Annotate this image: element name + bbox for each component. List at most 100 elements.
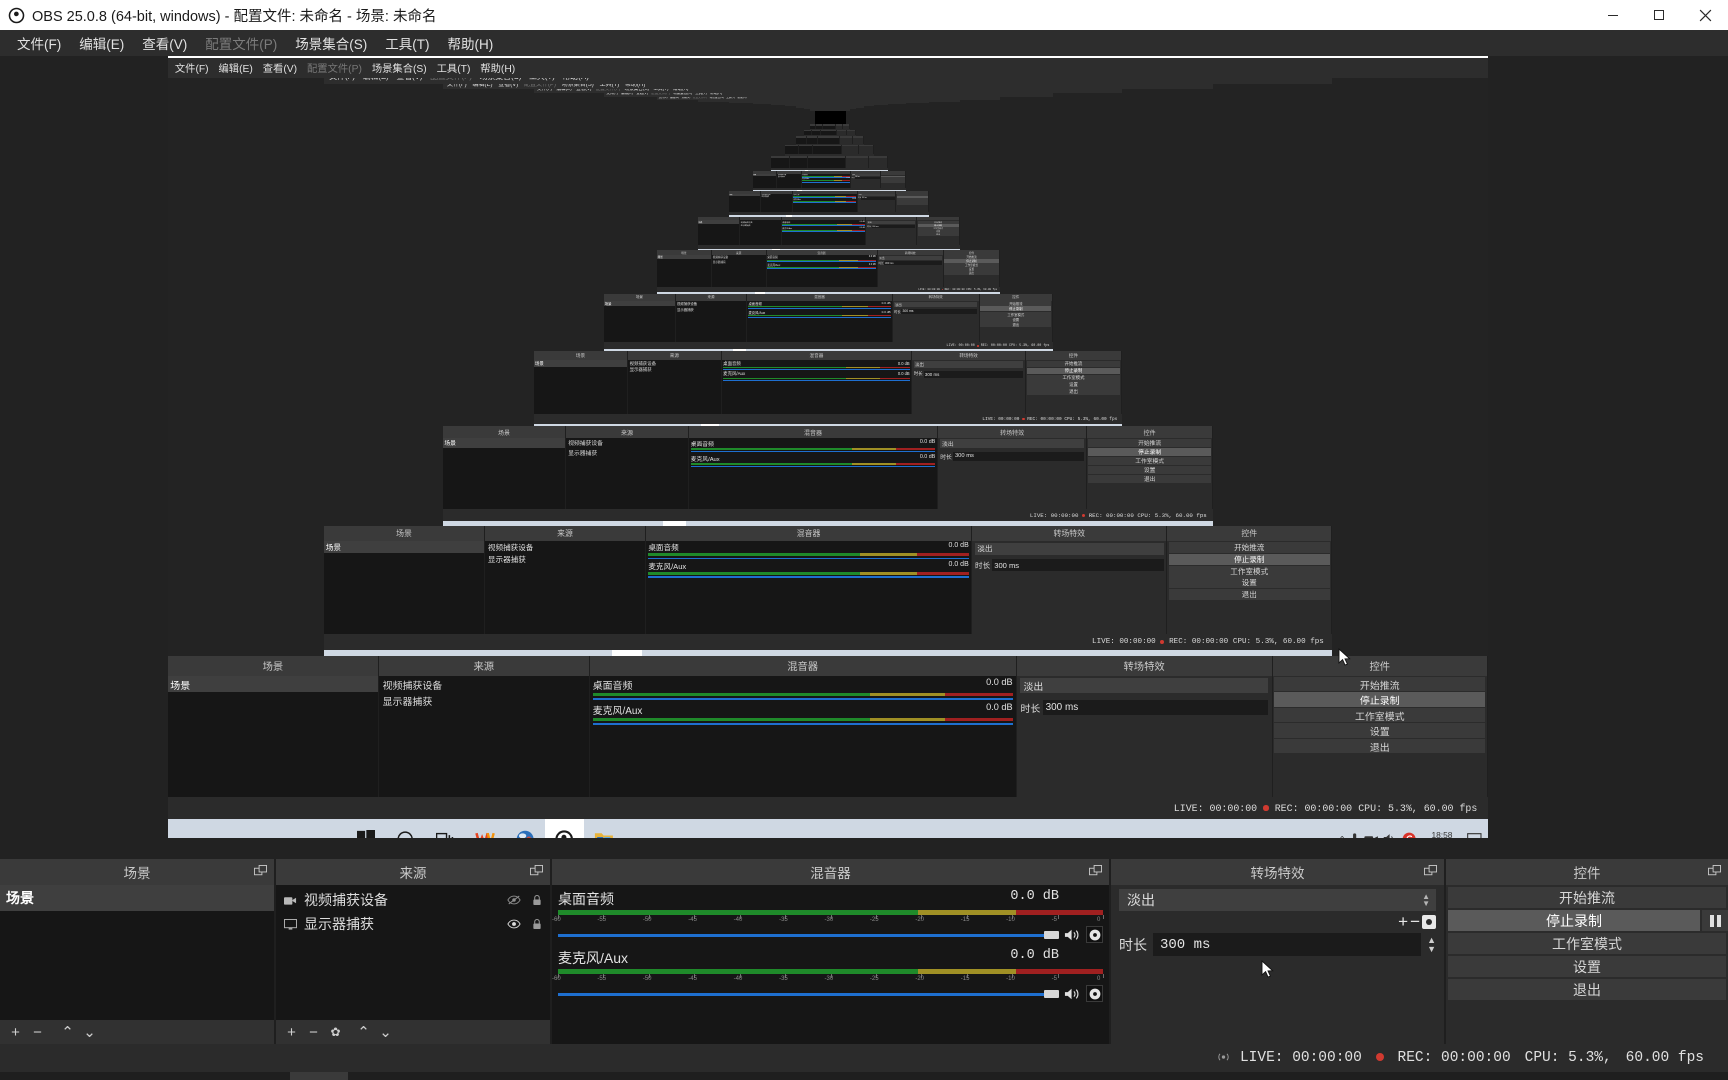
menu-view[interactable]: 查看(V) [133, 30, 196, 56]
volume-fader-row[interactable] [558, 926, 1103, 943]
obs-logo-icon [8, 7, 25, 23]
preview-area[interactable]: OBS 25.0.8 (64-bit, windows) - 配置文件: 未命名… [0, 56, 1728, 859]
mixer-track-db: 0.0 dB [1010, 889, 1059, 904]
undock-icon[interactable] [1424, 865, 1437, 878]
window-title: OBS 25.0.8 (64-bit, windows) - 配置文件: 未命名… [32, 8, 437, 25]
move-source-up-button[interactable]: ⌃ [354, 1025, 373, 1040]
scenes-title: 场景 [123, 866, 151, 881]
add-scene-button[interactable]: + [6, 1025, 25, 1040]
preview-canvas[interactable]: OBS 25.0.8 (64-bit, windows) - 配置文件: 未命名… [168, 56, 1488, 838]
lock-icon[interactable] [532, 894, 542, 906]
source-item-display-capture[interactable]: 显示器捕获 [276, 912, 550, 936]
move-scene-down-button[interactable]: ⌄ [80, 1025, 99, 1040]
duration-input[interactable]: 300 ms [1153, 933, 1422, 956]
add-source-button[interactable]: + [282, 1025, 301, 1040]
sources-list[interactable]: 视频捕获设备 显示器捕获 [276, 885, 550, 1020]
settings-button[interactable]: 设置 [1448, 956, 1726, 977]
remove-transition-button[interactable]: − [1410, 912, 1420, 932]
start-button[interactable] [0, 1072, 58, 1080]
start-streaming-button[interactable]: 开始推流 [1448, 887, 1726, 908]
lock-icon[interactable] [532, 918, 542, 930]
undock-icon[interactable] [1089, 865, 1102, 878]
menu-scene-collection[interactable]: 场景集合(S) [286, 30, 376, 56]
speaker-icon[interactable] [1064, 987, 1081, 1001]
scenes-list[interactable]: 场景 [0, 885, 274, 1020]
task-view-button[interactable] [116, 1072, 174, 1080]
mixer-dock: 混音器 桌面音频 0.0 dB -60 -55 -50 -45 -40 -35 -30 -25… [552, 859, 1111, 1044]
slider-handle[interactable] [1044, 989, 1059, 998]
remove-source-button[interactable]: − [304, 1025, 323, 1040]
volume-fader-row[interactable] [558, 985, 1103, 1002]
taskbar-file-explorer[interactable] [348, 1072, 406, 1080]
chevron-updown-icon[interactable]: ▲ ▼ [1422, 893, 1430, 908]
menu-tools[interactable]: 工具(T) [376, 30, 438, 56]
fps-value: 60.00 fps [1625, 1050, 1704, 1066]
nested-obs-window: OBS 25.0.8 (64-bit, windows) - 配置文件: 未命名… [324, 77, 1332, 657]
stop-recording-button[interactable]: 停止录制 [1448, 910, 1728, 931]
dock-row: 场景 场景 + − ⌃ ⌄ 来源 视频捕获设备 显示器捕获 + − ✿ ⌃ ⌄ … [0, 859, 1728, 1044]
add-transition-button[interactable]: + [1398, 912, 1408, 932]
scenes-dock-header: 场景 [0, 859, 274, 885]
chevron-down-icon[interactable]: ▼ [1427, 944, 1436, 954]
taskbar-browser[interactable] [232, 1072, 290, 1080]
studio-mode-button[interactable]: 工作室模式 [1448, 933, 1726, 954]
windows-taskbar: 中 18:58 2022/11/22 [0, 1072, 1728, 1080]
volume-slider[interactable] [558, 988, 1059, 1000]
eye-visible-icon[interactable] [507, 919, 521, 929]
menu-file[interactable]: 文件(F) [8, 30, 70, 56]
duration-spinner[interactable]: ▲ ▼ [1427, 935, 1436, 954]
mixer-track-db: 0.0 dB [1010, 948, 1059, 963]
menu-help[interactable]: 帮助(H) [439, 30, 503, 56]
nested-obs-window [771, 103, 888, 172]
nested-obs-window: OBS 25.0.8 (64-bit, windows) - 配置文件: 未命名… [657, 96, 1000, 294]
controls-body: 开始推流 停止录制 工作室模式 设置 退出 [1446, 885, 1728, 1044]
nested-obs-window: 场景视频捕获设备显示器捕获桌面音频0.0 dB麦克风/Aux0.0 dB淡出时长… [753, 103, 906, 191]
menubar: 文件(F) 编辑(E) 查看(V) 配置文件(P) 场景集合(S) 工具(T) … [0, 30, 1728, 56]
undock-icon[interactable] [1708, 865, 1721, 878]
nested-obs-window [785, 104, 874, 156]
volume-slider[interactable] [558, 929, 1059, 941]
controls-dock: 控件 开始推流 停止录制 工作室模式 设置 退出 [1446, 859, 1728, 1044]
mixer-body: 桌面音频 0.0 dB -60 -55 -50 -45 -40 -35 -30 -25 -20-… [552, 885, 1109, 1044]
transition-select[interactable]: 淡出 ▲ ▼ [1119, 889, 1436, 911]
sources-title: 来源 [399, 866, 427, 881]
mouse-pointer-icon [1338, 647, 1351, 670]
move-source-down-button[interactable]: ⌄ [376, 1025, 395, 1040]
sources-dock-header: 来源 [276, 859, 550, 885]
nested-obs-window: 场景视频捕获设备显示器捕获桌面音频0.0 dB麦克风/Aux0.0 dB淡出时长… [698, 100, 960, 250]
undock-icon[interactable] [530, 865, 543, 878]
close-button[interactable] [1682, 0, 1728, 30]
pause-recording-icon[interactable] [1702, 910, 1728, 931]
speaker-icon[interactable] [1064, 928, 1081, 942]
record-dot-icon [1375, 1053, 1384, 1061]
source-item-video-capture[interactable]: 视频捕获设备 [276, 888, 550, 912]
menu-edit[interactable]: 编辑(E) [70, 30, 133, 56]
transition-properties-icon[interactable] [1422, 914, 1436, 929]
maximize-button[interactable] [1636, 0, 1682, 30]
broadcast-icon [1218, 1053, 1229, 1061]
nested-obs-window [815, 110, 846, 125]
mouse-pointer-icon [1261, 960, 1274, 978]
source-properties-gear-icon[interactable]: ✿ [326, 1026, 345, 1038]
live-status: LIVE: 00:00:00 [1216, 1050, 1362, 1066]
exit-button[interactable]: 退出 [1448, 979, 1726, 1000]
transitions-dock: 转场特效 淡出 ▲ ▼ + − 时长 300 ms ▲ ▼ [1111, 859, 1446, 1044]
gear-circle-icon[interactable] [1086, 926, 1103, 943]
eye-hidden-icon[interactable] [507, 895, 521, 905]
minimize-button[interactable] [1590, 0, 1636, 30]
taskbar-wps-office[interactable] [174, 1072, 232, 1080]
mixer-title: 混音器 [810, 866, 851, 881]
scene-item-selected[interactable]: 场景 [0, 885, 274, 911]
menu-profile: 配置文件(P) [205, 37, 278, 52]
remove-scene-button[interactable]: − [28, 1025, 47, 1040]
cpu-usage: CPU: 5.3%, [1524, 1050, 1612, 1066]
duration-label: 时长 [1119, 936, 1147, 953]
mixer-track-desktop-audio: 桌面音频 0.0 dB -60 -55 -50 -45 -40 -35 -30 -25 -20-… [552, 889, 1104, 943]
gear-circle-icon[interactable] [1086, 985, 1103, 1002]
mixer-track-mic-aux: 麦克风/Aux 0.0 dB -60 -55 -50 -45 -40 -35 -30 -25-… [552, 948, 1104, 1002]
taskbar-obs-studio[interactable] [290, 1072, 348, 1080]
search-button[interactable] [58, 1072, 116, 1080]
move-scene-up-button[interactable]: ⌃ [58, 1025, 77, 1040]
slider-handle[interactable] [1044, 930, 1059, 939]
undock-icon[interactable] [254, 865, 267, 878]
